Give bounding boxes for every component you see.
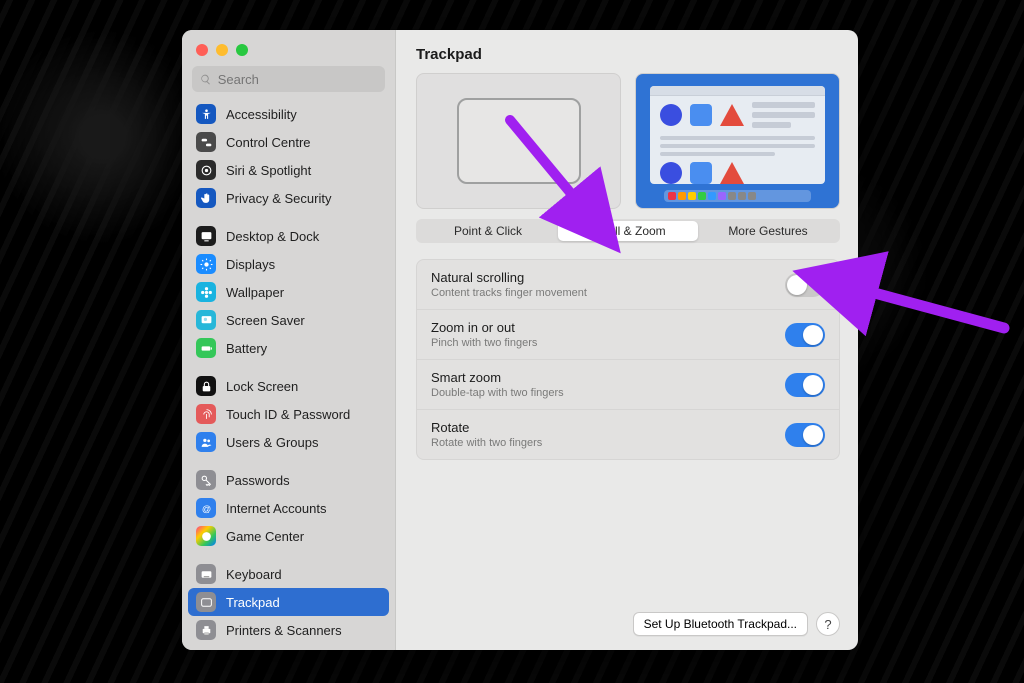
sidebar-item-lock-screen[interactable]: Lock Screen [188, 372, 389, 400]
toggle-smart-zoom[interactable] [785, 373, 825, 397]
setting-desc: Pinch with two fingers [431, 337, 537, 349]
siri-icon [196, 160, 216, 180]
sidebar-list: Accessibility Control Centre Siri & Spotli… [182, 98, 395, 650]
close-window-icon[interactable] [196, 44, 208, 56]
setup-bluetooth-trackpad-button[interactable]: Set Up Bluetooth Trackpad... [633, 612, 808, 636]
sidebar-item-trackpad[interactable]: Trackpad [188, 588, 389, 616]
sidebar-item-label: Internet Accounts [226, 501, 326, 516]
sidebar-item-users-groups[interactable]: Users & Groups [188, 428, 389, 456]
setting-row-smart-zoom: Smart zoom Double-tap with two fingers [417, 360, 839, 410]
sidebar-item-label: Desktop & Dock [226, 229, 319, 244]
sidebar-item-displays[interactable]: Displays [188, 250, 389, 278]
sidebar-item-label: Accessibility [226, 107, 297, 122]
preview-trackpad [416, 73, 621, 209]
help-button[interactable]: ? [816, 612, 840, 636]
tab-point-click[interactable]: Point & Click [418, 221, 558, 241]
sidebar-item-label: Passwords [226, 473, 290, 488]
setting-desc: Rotate with two fingers [431, 437, 542, 449]
svg-text:@: @ [201, 503, 210, 513]
fingerprint-icon [196, 404, 216, 424]
setting-desc: Content tracks finger movement [431, 287, 587, 299]
preview-screen [635, 73, 840, 209]
sidebar-item-label: Game Center [226, 529, 304, 544]
sidebar-item-label: Privacy & Security [226, 191, 331, 206]
toggle-rotate[interactable] [785, 423, 825, 447]
sidebar-item-keyboard[interactable]: Keyboard [188, 560, 389, 588]
main-panel: Trackpad [396, 30, 858, 650]
tab-segmented-control: Point & ClickScroll & ZoomMore Gestures [416, 219, 840, 243]
dock-preview-icon [664, 190, 811, 202]
flower-icon [196, 282, 216, 302]
sidebar-item-label: Keyboard [226, 567, 282, 582]
desktop-icon [196, 226, 216, 246]
setting-row-zoom-in-or-out: Zoom in or out Pinch with two fingers [417, 310, 839, 360]
sidebar-item-label: Control Centre [226, 135, 311, 150]
sidebar-item-accessibility[interactable]: Accessibility [188, 100, 389, 128]
search-input[interactable] [218, 72, 377, 87]
sidebar-item-label: Wallpaper [226, 285, 284, 300]
sidebar-item-privacy-security[interactable]: Privacy & Security [188, 184, 389, 212]
setting-title: Zoom in or out [431, 320, 537, 335]
sidebar-item-label: Touch ID & Password [226, 407, 350, 422]
game-icon [196, 526, 216, 546]
printer-icon [196, 620, 216, 640]
battery-icon [196, 338, 216, 358]
sidebar: Accessibility Control Centre Siri & Spotli… [182, 30, 396, 650]
sidebar-item-internet-accounts[interactable]: @ Internet Accounts [188, 494, 389, 522]
trackpad-icon [196, 592, 216, 612]
users-icon [196, 432, 216, 452]
sidebar-item-battery[interactable]: Battery [188, 334, 389, 362]
footer: Set Up Bluetooth Trackpad... ? [416, 598, 840, 636]
sidebar-item-control-centre[interactable]: Control Centre [188, 128, 389, 156]
sidebar-item-label: Trackpad [226, 595, 280, 610]
keyboard-icon [196, 564, 216, 584]
sidebar-item-label: Displays [226, 257, 275, 272]
sidebar-item-label: Lock Screen [226, 379, 298, 394]
sidebar-item-label: Screen Saver [226, 313, 305, 328]
sidebar-item-wallpaper[interactable]: Wallpaper [188, 278, 389, 306]
tab-scroll-zoom[interactable]: Scroll & Zoom [558, 221, 698, 241]
setting-row-natural-scrolling: Natural scrolling Content tracks finger m… [417, 260, 839, 310]
sidebar-item-game-center[interactable]: Game Center [188, 522, 389, 550]
two-finger-icon [503, 131, 535, 148]
sidebar-item-label: Battery [226, 341, 267, 356]
sidebar-item-desktop-dock[interactable]: Desktop & Dock [188, 222, 389, 250]
search-icon [200, 73, 212, 86]
screensaver-icon [196, 310, 216, 330]
at-icon: @ [196, 498, 216, 518]
zoom-window-icon[interactable] [236, 44, 248, 56]
sidebar-item-printers-scanners[interactable]: Printers & Scanners [188, 616, 389, 644]
setting-row-rotate: Rotate Rotate with two fingers [417, 410, 839, 459]
settings-group: Natural scrolling Content tracks finger m… [416, 259, 840, 460]
sidebar-search[interactable] [192, 66, 385, 92]
setting-title: Natural scrolling [431, 270, 587, 285]
sidebar-item-siri-spotlight[interactable]: Siri & Spotlight [188, 156, 389, 184]
sidebar-item-label: Printers & Scanners [226, 623, 342, 638]
minimize-window-icon[interactable] [216, 44, 228, 56]
tab-more-gestures[interactable]: More Gestures [698, 221, 838, 241]
sidebar-item-label: Siri & Spotlight [226, 163, 311, 178]
toggle-natural-scrolling[interactable] [785, 273, 825, 297]
key-icon [196, 470, 216, 490]
toggle-zoom-in-or-out[interactable] [785, 323, 825, 347]
lock-icon [196, 376, 216, 396]
hand-icon [196, 188, 216, 208]
sidebar-item-passwords[interactable]: Passwords [188, 466, 389, 494]
window-controls [182, 30, 395, 66]
setting-desc: Double-tap with two fingers [431, 387, 564, 399]
setting-title: Rotate [431, 420, 542, 435]
toggles-icon [196, 132, 216, 152]
sidebar-item-label: Users & Groups [226, 435, 318, 450]
setting-title: Smart zoom [431, 370, 564, 385]
system-settings-window: Accessibility Control Centre Siri & Spotli… [182, 30, 858, 650]
sidebar-item-touch-id-password[interactable]: Touch ID & Password [188, 400, 389, 428]
accessibility-icon [196, 104, 216, 124]
sun-icon [196, 254, 216, 274]
page-title: Trackpad [416, 46, 840, 63]
sidebar-item-screen-saver[interactable]: Screen Saver [188, 306, 389, 334]
preview-row [416, 73, 840, 209]
